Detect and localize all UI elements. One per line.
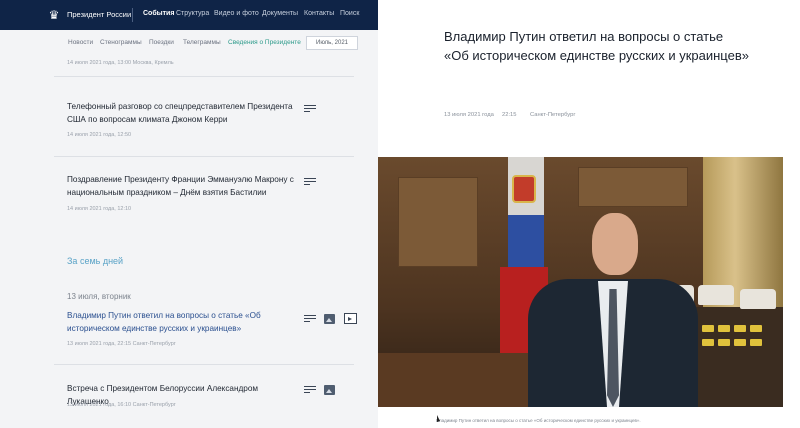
article-panel: Владимир Путин ответил на вопросы о стат… xyxy=(378,0,800,428)
divider xyxy=(54,364,354,365)
telephone xyxy=(698,285,734,305)
events-subtabs: Новости Стенограммы Поездки Телеграммы С… xyxy=(0,30,378,56)
flag xyxy=(508,215,544,273)
wall-panel xyxy=(398,177,478,267)
console-key xyxy=(702,339,714,346)
photo-icon[interactable] xyxy=(324,314,335,324)
text-icon[interactable] xyxy=(304,386,316,396)
text-icon[interactable] xyxy=(304,178,316,188)
nav-item-search[interactable]: Поиск xyxy=(340,10,359,17)
text-icon[interactable] xyxy=(304,315,316,325)
nav-item-events[interactable]: События xyxy=(143,10,174,17)
telephone xyxy=(740,289,776,309)
article-title-line: «Об историческом единстве русских и укра… xyxy=(444,48,749,63)
photo-icon[interactable] xyxy=(324,385,335,395)
video-caption: Владимир Путин ответил на вопросы о стат… xyxy=(436,418,641,423)
nav-item-contacts[interactable]: Контакты xyxy=(304,10,334,17)
subtab-president-info[interactable]: Сведения о Президенте xyxy=(228,39,301,46)
console-key xyxy=(750,339,762,346)
day-label: 13 июля, вторник xyxy=(67,292,131,301)
news-item-meta: 13 июля 2021 года, 16:10 Санкт-Петербург xyxy=(67,402,176,408)
console-key xyxy=(750,325,762,332)
subtab-transcripts[interactable]: Стенограммы xyxy=(100,39,142,46)
divider xyxy=(54,76,354,77)
news-item-title[interactable]: Телефонный разговор со спецпредставителе… xyxy=(67,100,302,126)
subtab-news[interactable]: Новости xyxy=(68,39,93,46)
coat-of-arms-icon[interactable]: ♛ xyxy=(47,8,61,22)
nav-item-structure[interactable]: Структура xyxy=(176,10,209,17)
article-place: Санкт-Петербург xyxy=(530,112,576,118)
console-key xyxy=(734,325,746,332)
console-key xyxy=(734,339,746,346)
news-item-title[interactable]: Поздравление Президенту Франции Эммануэл… xyxy=(67,173,302,199)
nav-item-documents[interactable]: Документы xyxy=(262,10,298,17)
article-title: Владимир Путин ответил на вопросы о стат… xyxy=(444,27,784,65)
speaker-head xyxy=(592,213,638,275)
site-brand[interactable]: Президент России xyxy=(67,10,131,19)
mouse-cursor-icon xyxy=(437,415,440,422)
news-item-title[interactable]: Владимир Путин ответил на вопросы о стат… xyxy=(67,309,302,335)
month-selector[interactable]: Июль, 2021 xyxy=(306,36,358,50)
console-key xyxy=(718,325,730,332)
news-item-meta: 13 июля 2021 года, 22:15 Санкт-Петербург xyxy=(67,341,176,347)
article-date: 13 июля 2021 года xyxy=(444,112,494,118)
wall-panel xyxy=(578,167,688,207)
subtab-trips[interactable]: Поездки xyxy=(149,39,174,46)
console-key xyxy=(718,339,730,346)
events-feed: Новости Стенограммы Поездки Телеграммы С… xyxy=(0,30,378,428)
subtab-telegrams[interactable]: Телеграммы xyxy=(183,39,221,46)
video-icon[interactable] xyxy=(344,313,357,324)
article-time: 22:15 xyxy=(502,112,517,118)
text-icon[interactable] xyxy=(304,105,316,115)
nav-divider xyxy=(132,8,133,22)
news-item-meta: 14 июля 2021 года, 12:10 xyxy=(67,206,132,212)
console-key xyxy=(702,325,714,332)
nav-item-video-photo[interactable]: Видео и фото xyxy=(214,10,259,17)
news-item-meta: 14 июля 2021 года, 13:00 Москва, Кремль xyxy=(67,60,174,66)
news-item-meta: 14 июля 2021 года, 12:50 xyxy=(67,132,132,138)
section-label-last-seven-days[interactable]: За семь дней xyxy=(67,256,123,266)
divider xyxy=(54,156,354,157)
article-title-line: Владимир Путин ответил на вопросы о стат… xyxy=(444,29,724,44)
video-player[interactable] xyxy=(378,157,783,407)
flag-emblem xyxy=(512,175,536,203)
